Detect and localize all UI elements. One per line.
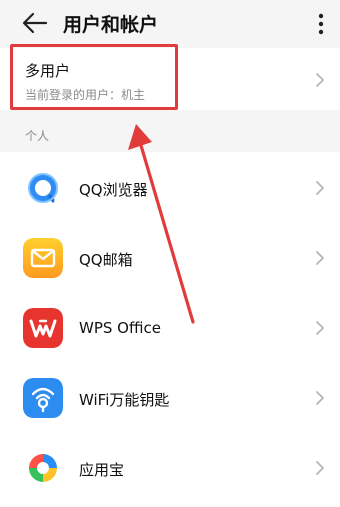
chevron-right-icon [316,181,324,195]
account-row-wps-office[interactable]: WPS Office [0,292,340,362]
chevron-right-icon [316,461,324,475]
back-button[interactable] [22,12,48,34]
account-label: QQ浏览器 [79,181,148,199]
account-label: WiFi万能钥匙 [79,391,170,409]
chevron-right-icon [316,73,324,87]
account-row-qq-mail[interactable]: QQ邮箱 [0,222,340,292]
account-row-wifi-master-key[interactable]: WiFi万能钥匙 [0,362,340,432]
app-treasure-icon [23,448,63,488]
wifi-master-key-icon [23,378,63,418]
highlight-box [10,44,178,110]
account-label: 应用宝 [79,461,125,479]
chevron-right-icon [316,251,324,265]
section-label: 个人 [25,129,50,143]
account-label: QQ邮箱 [79,251,133,269]
page-title: 用户和帐户 [63,14,159,36]
qq-mail-icon [23,238,63,278]
more-options-button[interactable] [312,12,330,36]
more-vertical-icon [318,13,324,35]
account-list: QQ浏览器 QQ邮箱 WPS Office WiFi万能钥匙 应用宝 [0,152,340,507]
qq-browser-icon [23,168,63,208]
account-row-app-treasure[interactable]: 应用宝 [0,432,340,502]
chevron-right-icon [316,321,324,335]
wps-office-icon [23,308,63,348]
top-bar: 用户和帐户 [0,0,340,46]
account-label: WPS Office [79,319,161,337]
chevron-right-icon [316,391,324,405]
arrow-left-icon [22,12,48,34]
account-row-qq-browser[interactable]: QQ浏览器 [0,152,340,222]
